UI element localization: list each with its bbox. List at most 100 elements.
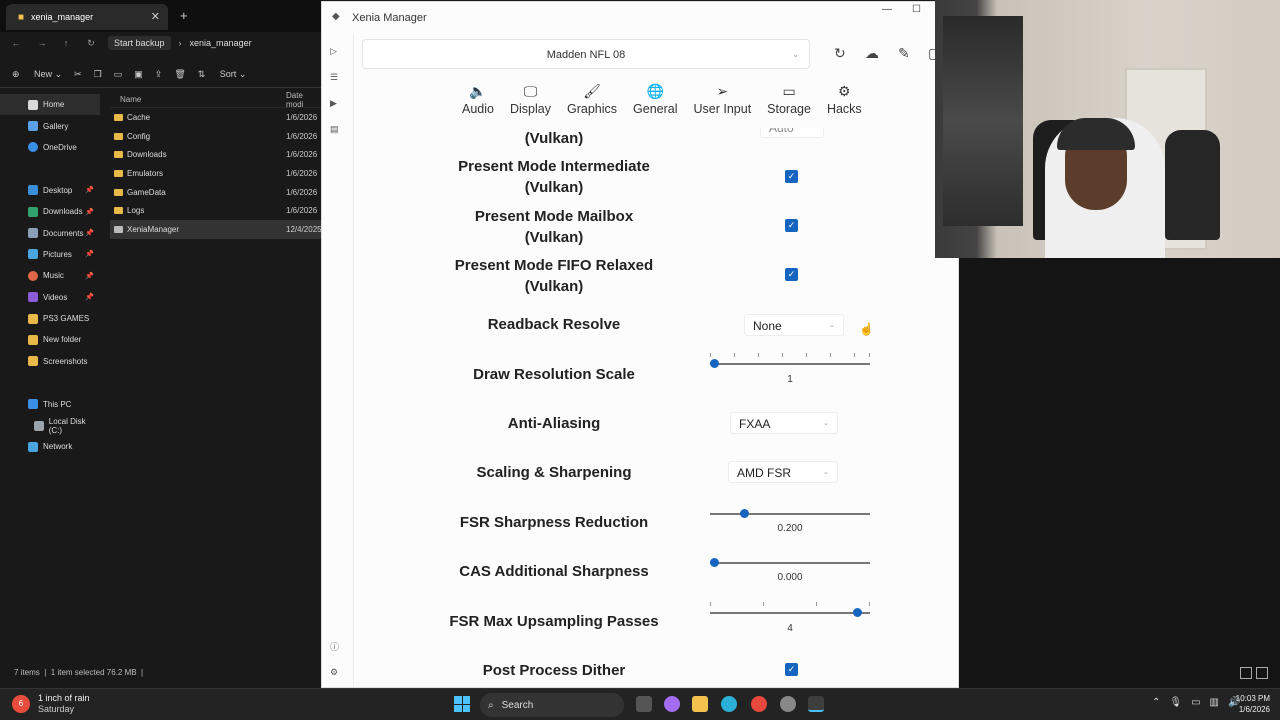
nav-this-pc[interactable]: This PC xyxy=(0,393,100,414)
tab-user-input[interactable]: ➢ User Input xyxy=(694,80,752,128)
draw-resolution-slider[interactable] xyxy=(710,353,870,372)
nav-downloads[interactable]: Downloads 📌 xyxy=(0,201,100,222)
game-dropdown[interactable]: Madden NFL 08 ⌄ xyxy=(362,39,810,69)
search-icon: ⌕ xyxy=(488,699,494,711)
maximize-icon[interactable]: ☐ xyxy=(912,4,921,15)
cut-icon[interactable]: ✂ xyxy=(74,69,82,80)
nav-desktop[interactable]: Desktop 📌 xyxy=(0,180,100,201)
network-icon[interactable]: ▥ xyxy=(1210,697,1219,708)
settings-icon[interactable]: ⚙ xyxy=(330,667,338,678)
column-name[interactable]: Name xyxy=(120,95,141,104)
folder-icon xyxy=(114,113,123,121)
slider-tick xyxy=(734,353,735,357)
present-mailbox-checkbox[interactable]: ✓ xyxy=(785,219,798,232)
post-dither-checkbox[interactable]: ✓ xyxy=(785,663,798,676)
copilot-icon[interactable] xyxy=(664,696,680,712)
slider-thumb[interactable] xyxy=(853,608,863,617)
nav-local-disk[interactable]: Local Disk (C:) xyxy=(0,415,100,436)
tab-general[interactable]: 🌐 General xyxy=(633,80,677,128)
fsr-sharpness-slider[interactable] xyxy=(710,506,870,522)
library-icon[interactable]: ☰ xyxy=(330,72,338,83)
chevron-up-icon[interactable]: ⌃ xyxy=(1152,697,1160,708)
steam-icon[interactable] xyxy=(780,696,796,712)
edit-icon[interactable]: ✎ xyxy=(898,45,910,62)
refresh-icon[interactable]: ↻ xyxy=(80,38,102,49)
nav-onedrive[interactable]: OneDrive xyxy=(0,137,100,158)
copy-icon[interactable]: ❐ xyxy=(94,69,102,80)
nav-music[interactable]: Music 📌 xyxy=(0,265,100,286)
slider-tick xyxy=(816,602,817,606)
up-icon[interactable]: ↑ xyxy=(52,38,80,48)
cas-sharpness-slider[interactable] xyxy=(710,555,870,571)
file-explorer-icon[interactable] xyxy=(692,696,708,712)
tab-display[interactable]: 🖵 Display xyxy=(510,80,551,128)
share-icon[interactable]: ⇪ xyxy=(155,69,163,80)
nav-ps3-games[interactable]: PS3 GAMES xyxy=(0,308,100,329)
nav-videos[interactable]: Videos 📌 xyxy=(0,287,100,308)
file-row-logs[interactable]: Logs 1/6/2026 xyxy=(110,201,322,220)
close-tab-icon[interactable]: ✕ xyxy=(151,10,160,23)
details-view-icon[interactable] xyxy=(1240,667,1252,679)
explorer-tab[interactable]: ■ xenia_manager ✕ xyxy=(6,4,168,30)
new-tab-icon[interactable]: + xyxy=(180,8,188,23)
slider-thumb[interactable] xyxy=(710,558,719,567)
present-intermediate-checkbox[interactable]: ✓ xyxy=(785,170,798,183)
file-row-downloads[interactable]: Downloads 1/6/2026 xyxy=(110,145,322,164)
chrome-icon[interactable] xyxy=(751,696,767,712)
task-view-icon[interactable] xyxy=(636,696,652,712)
sort-button[interactable]: ⇅ Sort ⌄ xyxy=(198,69,247,80)
minimize-icon[interactable]: — xyxy=(882,4,892,15)
start-backup-crumb[interactable]: Start backup xyxy=(108,36,171,50)
paste-icon[interactable]: ▭ xyxy=(114,69,123,80)
scaling-dropdown[interactable]: AMD FSR ⌄ xyxy=(728,461,838,483)
search-box[interactable]: ⌕ Search xyxy=(480,693,624,717)
file-row-config[interactable]: Config 1/6/2026 xyxy=(110,127,322,146)
fsr-passes-slider[interactable] xyxy=(710,602,870,621)
back-icon[interactable]: ← xyxy=(0,38,32,48)
partial-dropdown[interactable]: Auto xyxy=(760,128,824,138)
nav-home[interactable]: Home xyxy=(0,94,100,116)
file-row-gamedata[interactable]: GameData 1/6/2026 xyxy=(110,183,322,202)
delete-icon[interactable]: 🗑 xyxy=(174,69,185,80)
column-date[interactable]: Date modi xyxy=(286,91,322,109)
microphone-icon[interactable]: 🎙 xyxy=(1169,697,1182,708)
tab-graphics[interactable]: 🖌 Graphics xyxy=(567,80,617,128)
refresh-icon[interactable]: ↻ xyxy=(834,45,846,62)
weather-widget[interactable]: 6 1 inch of rain Saturday xyxy=(12,693,90,715)
info-icon[interactable]: ⓘ xyxy=(330,640,339,653)
nav-screenshots[interactable]: Screenshots xyxy=(0,351,100,372)
file-row-cache[interactable]: Cache 1/6/2026 xyxy=(110,108,322,127)
anti-aliasing-dropdown[interactable]: FXAA ⌄ xyxy=(730,412,838,434)
cloud-settings-icon[interactable]: ☁ xyxy=(865,45,879,62)
file-row-emulators[interactable]: Emulators 1/6/2026 xyxy=(110,164,322,183)
launch-icon[interactable]: ▶ xyxy=(330,98,337,109)
readback-resolve-dropdown[interactable]: None ⌄ xyxy=(744,314,844,336)
play-icon[interactable]: ▷ xyxy=(330,46,337,57)
present-fifo-checkbox[interactable]: ✓ xyxy=(785,268,798,281)
xenia-manager-taskbar-icon[interactable] xyxy=(808,696,824,712)
nav-documents[interactable]: Documents 📌 xyxy=(0,222,100,243)
rename-icon[interactable]: ▣ xyxy=(134,69,143,80)
content-icon[interactable]: ▤ xyxy=(330,124,339,135)
tiles-view-icon[interactable] xyxy=(1256,667,1268,679)
tab-audio[interactable]: 🔈 Audio xyxy=(462,80,494,128)
setting-label: Draw Resolution Scale xyxy=(473,366,635,383)
nav-new-folder[interactable]: New folder xyxy=(0,329,100,350)
folder-icon xyxy=(114,151,123,159)
tab-storage[interactable]: ▭ Storage xyxy=(767,80,811,128)
nav-network[interactable]: Network xyxy=(0,436,100,457)
clock[interactable]: 10:03 PM 1/6/2026 xyxy=(1232,693,1270,715)
new-button[interactable]: ⊕ New ⌄ xyxy=(12,69,62,80)
slider-thumb[interactable] xyxy=(740,509,750,518)
address-bar[interactable]: ← → ↑ ↻ Start backup › xenia_manager xyxy=(0,32,322,54)
edge-icon[interactable] xyxy=(721,696,737,712)
start-button[interactable] xyxy=(454,696,470,712)
nav-pictures[interactable]: Pictures 📌 xyxy=(0,244,100,265)
folder-crumb[interactable]: xenia_manager xyxy=(190,38,252,48)
slider-thumb[interactable] xyxy=(710,359,719,368)
tab-hacks[interactable]: ⚙ Hacks xyxy=(827,80,862,128)
forward-icon[interactable]: → xyxy=(32,38,52,48)
nav-gallery[interactable]: Gallery xyxy=(0,115,100,136)
display-icon[interactable]: ▭ xyxy=(1191,697,1200,708)
file-row-xeniamanager[interactable]: XeniaManager 12/4/2025 xyxy=(110,220,322,239)
